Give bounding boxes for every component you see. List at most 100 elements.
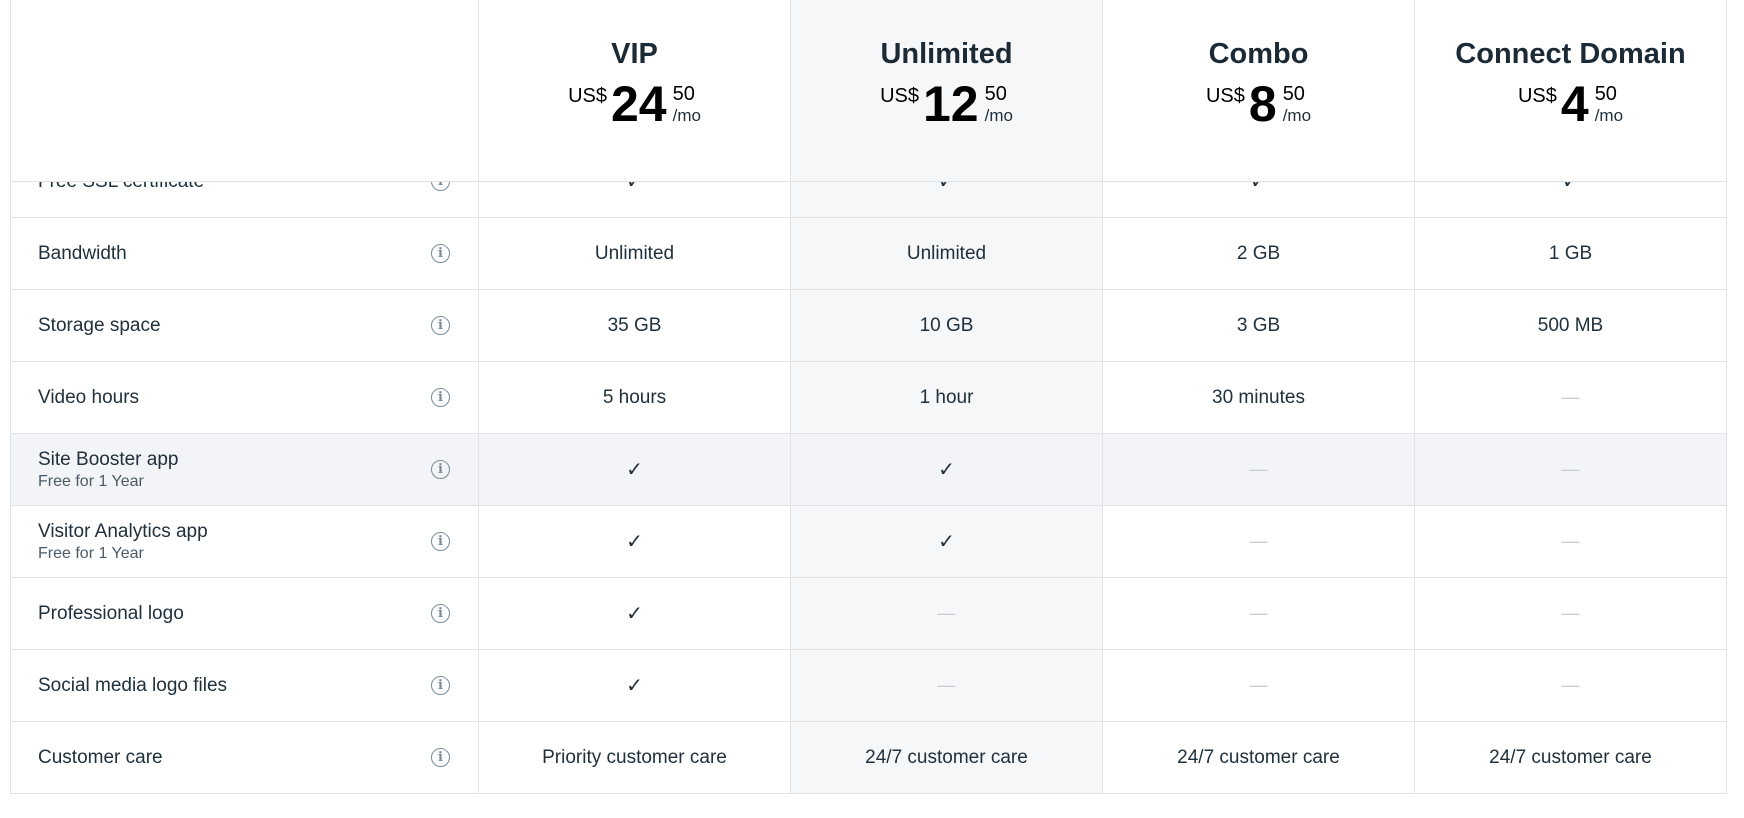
price-period: /mo bbox=[984, 106, 1013, 125]
info-circle-icon[interactable]: i bbox=[431, 460, 450, 479]
table-row: Professional logo i ✓ — — — bbox=[10, 578, 1727, 650]
plan-value-cell: — bbox=[1102, 506, 1414, 577]
price-cents: 50 bbox=[984, 83, 1007, 105]
plan-value-cell: — bbox=[790, 650, 1102, 721]
info-circle-icon[interactable]: i bbox=[431, 676, 450, 695]
feature-name: Professional logo bbox=[38, 602, 184, 624]
price-period: /mo bbox=[1594, 106, 1624, 125]
info-circle-icon[interactable]: i bbox=[431, 748, 450, 767]
feature-name: Social media logo files bbox=[38, 674, 228, 696]
feature-label-cell: Site Booster app Free for 1 Year i bbox=[10, 434, 478, 505]
plan-value-cell: 1 GB bbox=[1414, 218, 1727, 289]
checkmark-icon: ✓ bbox=[938, 531, 955, 553]
feature-label: Social media logo files bbox=[38, 675, 227, 697]
plan-value: 1 hour bbox=[919, 386, 974, 408]
price-cents-group: 50/mo bbox=[985, 79, 1013, 126]
plan-value-cell: — bbox=[1414, 578, 1727, 649]
dash-icon: — bbox=[1249, 603, 1268, 623]
plan-value-cell: — bbox=[1414, 506, 1727, 577]
feature-label: Visitor Analytics app Free for 1 Year bbox=[38, 521, 208, 563]
price-whole: 4 bbox=[1560, 76, 1589, 132]
plan-price: US$ 4 50/mo bbox=[1518, 79, 1623, 129]
feature-label: Bandwidth bbox=[38, 243, 127, 265]
checkmark-icon: ✓ bbox=[626, 675, 643, 697]
price-cents: 50 bbox=[1594, 83, 1617, 105]
dash-icon: — bbox=[1249, 459, 1268, 479]
price-cents: 50 bbox=[672, 83, 695, 105]
info-circle-icon[interactable]: i bbox=[431, 604, 450, 623]
price-currency: US$ bbox=[1205, 85, 1245, 107]
price-period: /mo bbox=[672, 106, 701, 125]
plan-price: US$ 24 50/mo bbox=[568, 79, 701, 129]
price-currency: US$ bbox=[880, 85, 919, 107]
feature-subtitle: Free for 1 Year bbox=[38, 544, 144, 562]
feature-label-cell: Professional logo i bbox=[10, 578, 478, 649]
plan-value-cell: 500 MB bbox=[1414, 290, 1727, 361]
plans-header: VIP US$ 24 50/mo Unlimited US$ 12 50/mo Combo US$… bbox=[10, 0, 1727, 182]
checkmark-icon: ✓ bbox=[626, 459, 643, 481]
table-row: Social media logo files i ✓ — — — bbox=[10, 650, 1727, 722]
table-row: Bandwidth i Unlimited Unlimited 2 GB 1 GB bbox=[10, 218, 1727, 290]
feature-name: Customer care bbox=[38, 746, 163, 768]
info-circle-icon[interactable]: i bbox=[431, 388, 450, 407]
plan-value: 24/7 customer care bbox=[1489, 746, 1652, 768]
dash-icon: — bbox=[1561, 459, 1580, 479]
price-cents-group: 50/mo bbox=[1595, 79, 1623, 126]
dash-icon: — bbox=[1561, 675, 1580, 695]
feature-label: Professional logo bbox=[38, 603, 184, 625]
feature-label-cell: Visitor Analytics app Free for 1 Year i bbox=[10, 506, 478, 577]
dash-icon: — bbox=[1561, 603, 1580, 623]
plan-price: US$ 12 50/mo bbox=[880, 79, 1013, 129]
plan-value-cell: Unlimited bbox=[790, 218, 1102, 289]
price-whole: 8 bbox=[1248, 76, 1277, 132]
plan-name: Connect Domain bbox=[1455, 38, 1686, 70]
plan-value-cell: ✓ bbox=[478, 650, 790, 721]
plan-value-cell: — bbox=[1414, 434, 1727, 505]
feature-label: Video hours bbox=[38, 387, 139, 409]
price-cents-group: 50/mo bbox=[1283, 79, 1311, 126]
plan-value-cell: ✓ bbox=[478, 434, 790, 505]
plan-value-cell: 24/7 customer care bbox=[1414, 722, 1727, 793]
feature-label: Site Booster app Free for 1 Year bbox=[38, 449, 178, 491]
plan-value-cell: 35 GB bbox=[478, 290, 790, 361]
feature-name: Bandwidth bbox=[38, 242, 127, 264]
dash-icon: — bbox=[937, 603, 956, 623]
info-circle-icon[interactable]: i bbox=[431, 316, 450, 335]
plan-value-cell: — bbox=[1102, 578, 1414, 649]
table-row: Video hours i 5 hours 1 hour 30 minutes — bbox=[10, 362, 1727, 434]
plan-value-cell: — bbox=[1102, 434, 1414, 505]
plan-value-cell: 10 GB bbox=[790, 290, 1102, 361]
plan-header-vip: VIP US$ 24 50/mo bbox=[478, 0, 790, 181]
checkmark-icon: ✓ bbox=[626, 603, 643, 625]
plan-value-cell: 2 GB bbox=[1102, 218, 1414, 289]
plan-name: Combo bbox=[1208, 38, 1309, 70]
plan-name: Unlimited bbox=[880, 38, 1013, 70]
info-circle-icon[interactable]: i bbox=[431, 532, 450, 551]
info-circle-icon[interactable]: i bbox=[431, 244, 450, 263]
plan-value-cell: — bbox=[790, 578, 1102, 649]
plan-value: 2 GB bbox=[1236, 242, 1281, 264]
plan-value-cell: 24/7 customer care bbox=[790, 722, 1102, 793]
plan-value: 35 GB bbox=[607, 314, 662, 336]
plan-value-cell: ✓ bbox=[790, 434, 1102, 505]
plan-value: 500 MB bbox=[1537, 314, 1604, 336]
plan-value: Priority customer care bbox=[542, 746, 727, 768]
dash-icon: — bbox=[1561, 387, 1580, 407]
plan-header-unlimited: Unlimited US$ 12 50/mo bbox=[790, 0, 1102, 181]
dash-icon: — bbox=[1561, 531, 1580, 551]
feature-label-cell: Bandwidth i bbox=[10, 218, 478, 289]
table-row: Site Booster app Free for 1 Year i ✓ ✓ — — bbox=[10, 434, 1727, 506]
plan-value: 1 GB bbox=[1548, 242, 1593, 264]
plan-value: 24/7 customer care bbox=[1177, 746, 1340, 768]
price-whole: 12 bbox=[922, 76, 979, 132]
feature-name: Visitor Analytics app bbox=[38, 520, 208, 542]
plan-value-cell: — bbox=[1414, 362, 1727, 433]
checkmark-icon: ✓ bbox=[938, 459, 955, 481]
plan-value-cell: 5 hours bbox=[478, 362, 790, 433]
plan-name: VIP bbox=[611, 38, 658, 70]
plan-value-cell: — bbox=[1102, 650, 1414, 721]
plan-value: Unlimited bbox=[594, 242, 675, 264]
plan-header-combo: Combo US$ 8 50/mo bbox=[1102, 0, 1414, 181]
plan-value: 3 GB bbox=[1236, 314, 1281, 336]
feature-name: Site Booster app bbox=[38, 448, 179, 470]
